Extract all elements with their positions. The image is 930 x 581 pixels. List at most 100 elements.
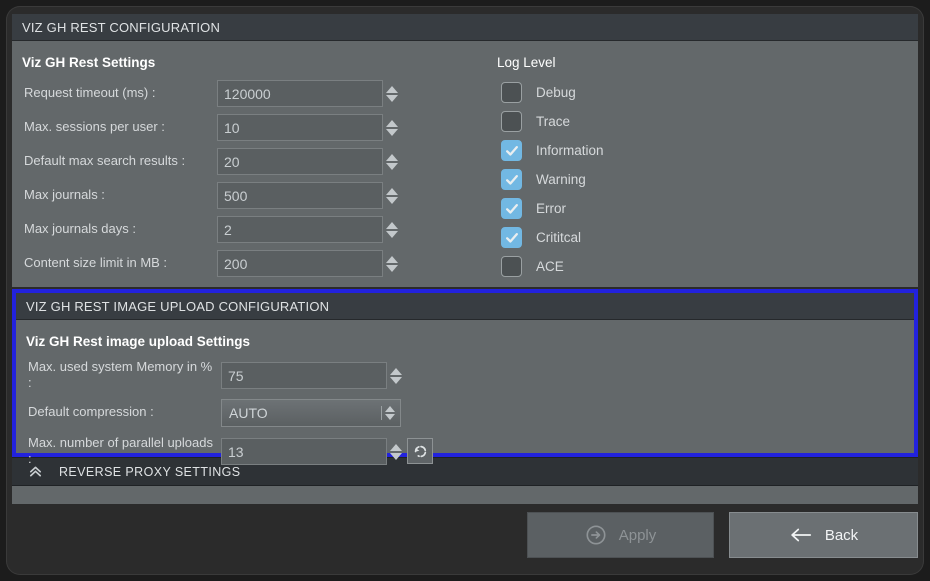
configuration-content: VIZ GH REST CONFIGURATION Viz GH Rest Se… [12,14,918,504]
field-row-parallel-uploads: Max. number of parallel uploads : [16,433,914,473]
checkbox-row-trace[interactable]: Trace [487,107,747,136]
rest-configuration-body: Viz GH Rest Settings Request timeout (ms… [12,41,918,287]
dropdown-arrows[interactable] [381,400,395,426]
spinner-down-icon[interactable] [390,452,402,460]
label-default-compression: Default compression : [28,404,154,419]
spinner-up-icon[interactable] [386,221,398,229]
input-request-timeout[interactable] [217,80,383,107]
label-default-max-search-results: Default max search results : [24,153,186,168]
field-row-max-system-memory: Max. used system Memory in % : [16,357,914,397]
rest-configuration-header: VIZ GH REST CONFIGURATION [12,14,918,41]
reset-circular-arrow-icon [414,445,426,457]
checkbox-row-debug[interactable]: Debug [487,78,747,107]
checkbox-crititcal[interactable] [501,227,522,248]
spinner-max-system-memory[interactable] [389,362,403,389]
spinner-down-icon[interactable] [390,376,402,384]
checkmark-icon [505,174,518,185]
input-max-sessions[interactable] [217,114,383,141]
input-content-size-limit[interactable] [217,250,383,277]
spinner-up-icon[interactable] [386,187,398,195]
back-button-label: Back [824,526,859,544]
checkmark-icon [505,203,518,214]
spinner-down-icon[interactable] [386,94,398,102]
rest-settings-group-title: Viz GH Rest Settings [22,55,156,70]
field-row-max-journals: Max journals : [12,180,918,214]
checkbox-debug[interactable] [501,82,522,103]
spinner-max-journals[interactable] [385,182,399,209]
log-level-group: Log Level Debug Trace Information Warnin… [487,41,747,281]
spinner-down-icon[interactable] [386,196,398,204]
spinner-up-icon[interactable] [390,367,402,375]
rest-configuration-section: VIZ GH REST CONFIGURATION Viz GH Rest Se… [12,14,918,287]
input-max-journals[interactable] [217,182,383,209]
field-row-content-size-limit: Content size limit in MB : [12,248,918,282]
label-max-journals: Max journals : [24,187,105,202]
checkbox-label-error: Error [536,201,566,216]
checkbox-row-error[interactable]: Error [487,194,747,223]
checkbox-error[interactable] [501,198,522,219]
checkbox-trace[interactable] [501,111,522,132]
checkbox-row-ace[interactable]: ACE [487,252,747,281]
log-level-title: Log Level [497,55,556,70]
input-parallel-uploads[interactable] [221,438,387,465]
spinner-max-journals-days[interactable] [385,216,399,243]
content-filler-panel [12,486,918,504]
spinner-down-icon[interactable] [386,264,398,272]
back-button[interactable]: Back [729,512,918,558]
checkbox-row-warning[interactable]: Warning [487,165,747,194]
spinner-down-icon[interactable] [386,230,398,238]
checkbox-label-warning: Warning [536,172,586,187]
spinner-up-icon[interactable] [386,153,398,161]
spinner-default-max-search-results[interactable] [385,148,399,175]
field-row-max-sessions: Max. sessions per user : [12,112,918,146]
arrow-left-icon [791,528,811,542]
image-upload-group-title: Viz GH Rest image upload Settings [26,334,251,349]
spinner-down-icon[interactable] [386,162,398,170]
checkbox-label-crititcal: Crititcal [536,230,582,245]
label-parallel-uploads: Max. number of parallel uploads : [28,435,213,466]
chevron-updown-icon[interactable] [385,406,395,420]
label-request-timeout: Request timeout (ms) : [24,85,156,100]
label-content-size-limit: Content size limit in MB : [24,255,168,270]
dropdown-default-compression[interactable]: AUTO [221,399,401,427]
label-max-journals-days: Max journals days : [24,221,136,236]
field-row-max-journals-days: Max journals days : [12,214,918,248]
spinner-up-icon[interactable] [386,85,398,93]
field-row-default-compression: Default compression : AUTO [16,397,914,433]
spinner-content-size-limit[interactable] [385,250,399,277]
label-max-system-memory: Max. used system Memory in % : [28,359,213,390]
dropdown-separator [381,406,382,420]
input-max-journals-days[interactable] [217,216,383,243]
label-max-sessions: Max. sessions per user : [24,119,165,134]
image-upload-configuration-header: VIZ GH REST IMAGE UPLOAD CONFIGURATION [16,293,914,320]
checkbox-warning[interactable] [501,169,522,190]
reset-parallel-uploads-button[interactable] [407,438,433,464]
apply-button-label: Apply [618,526,657,544]
input-default-max-search-results[interactable] [217,148,383,175]
checkbox-information[interactable] [501,140,522,161]
checkbox-row-information[interactable]: Information [487,136,747,165]
spinner-parallel-uploads[interactable] [389,438,403,465]
image-upload-configuration-body: Viz GH Rest image upload Settings Max. u… [16,320,914,466]
checkbox-label-ace: ACE [536,259,564,274]
image-upload-configuration-section: VIZ GH REST IMAGE UPLOAD CONFIGURATION V… [12,289,918,466]
checkmark-icon [505,145,518,156]
spinner-request-timeout[interactable] [385,80,399,107]
spinner-up-icon[interactable] [386,119,398,127]
application-window: VIZ GH REST CONFIGURATION Viz GH Rest Se… [0,0,930,581]
dropdown-selected-value: AUTO [229,405,268,421]
field-row-request-timeout: Request timeout (ms) : [12,78,918,112]
dialog-footer: Apply Back [12,506,918,564]
checkbox-ace[interactable] [501,256,522,277]
checkbox-label-debug: Debug [536,85,576,100]
input-max-system-memory[interactable] [221,362,387,389]
checkbox-label-information: Information [536,143,604,158]
spinner-up-icon[interactable] [390,443,402,451]
spinner-up-icon[interactable] [386,255,398,263]
spinner-down-icon[interactable] [386,128,398,136]
spinner-max-sessions[interactable] [385,114,399,141]
checkbox-row-crititcal[interactable]: Crititcal [487,223,747,252]
checkmark-icon [505,232,518,243]
checkbox-label-trace: Trace [536,114,571,129]
apply-button[interactable]: Apply [527,512,714,558]
